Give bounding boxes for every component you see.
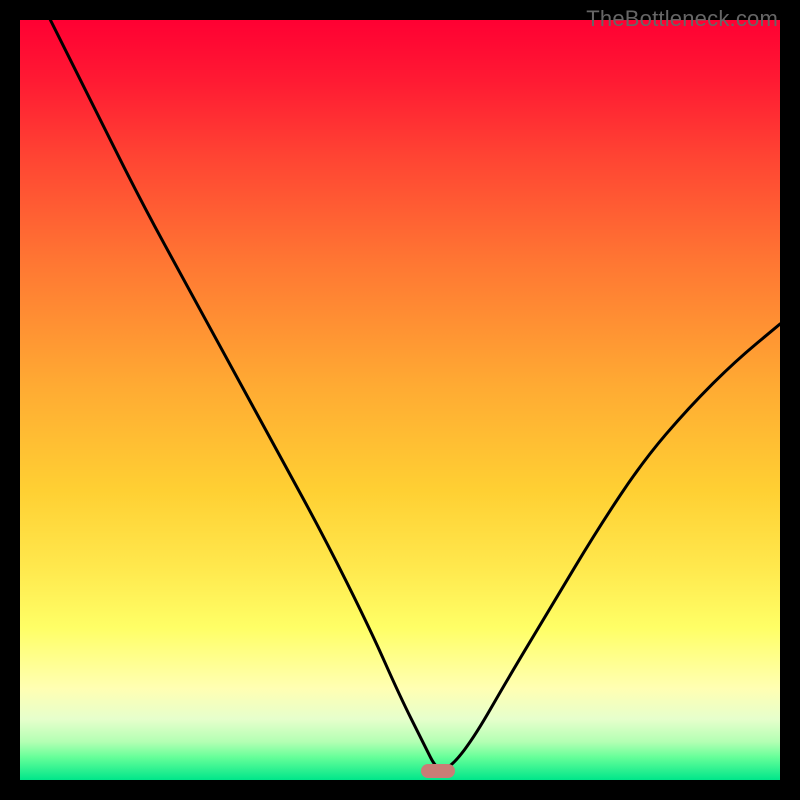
optimal-marker	[421, 764, 455, 778]
watermark-text: TheBottleneck.com	[586, 6, 778, 32]
plot-area	[20, 20, 780, 780]
bottleneck-curve	[20, 20, 780, 780]
chart-frame: TheBottleneck.com	[0, 0, 800, 800]
